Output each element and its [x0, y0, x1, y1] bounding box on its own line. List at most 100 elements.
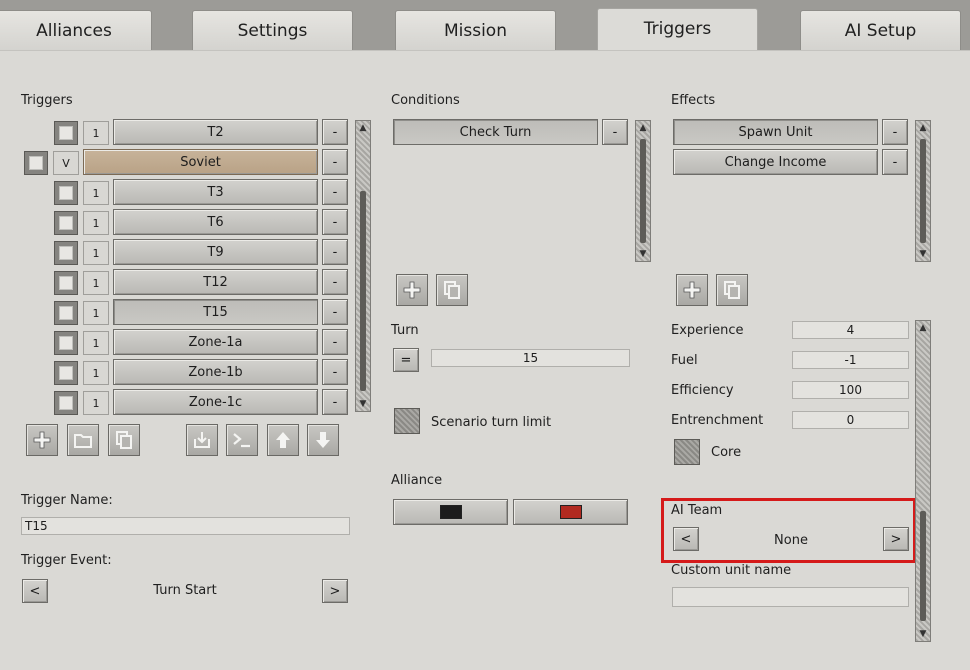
tab-triggers[interactable]: Triggers [597, 8, 758, 54]
trigger-item[interactable]: T3 [113, 179, 318, 205]
conditions-scrollbar[interactable]: ▲ ▼ [635, 120, 651, 262]
effect-remove-button[interactable]: - [882, 119, 908, 145]
tab-alliances[interactable]: Alliances [0, 10, 152, 50]
copy-effect-button[interactable] [716, 274, 748, 306]
trigger-remove-button[interactable]: - [322, 209, 348, 235]
event-next-button[interactable]: > [322, 579, 348, 603]
trigger-item[interactable]: Zone-1b [113, 359, 318, 385]
trigger-enable-checkbox[interactable] [54, 211, 78, 235]
scroll-down-icon[interactable]: ▼ [917, 628, 929, 640]
trigger-remove-button[interactable]: - [322, 119, 348, 145]
effect-properties-scrollbar[interactable]: ▲ ▼ [915, 320, 931, 642]
group-enable-checkbox[interactable] [24, 151, 48, 175]
trigger-enable-checkbox[interactable] [54, 331, 78, 355]
add-condition-button[interactable] [396, 274, 428, 306]
trigger-remove-button[interactable]: - [322, 299, 348, 325]
scroll-thumb[interactable] [360, 191, 366, 391]
scroll-down-icon[interactable]: ▼ [917, 248, 929, 260]
arrow-up-icon [276, 432, 290, 448]
trigger-remove-button[interactable]: - [322, 389, 348, 415]
core-label: Core [711, 445, 742, 460]
condition-remove-button[interactable]: - [602, 119, 628, 145]
scroll-thumb[interactable] [920, 511, 926, 621]
trigger-count[interactable]: 1 [83, 391, 109, 415]
alliance-red-button[interactable] [513, 499, 628, 525]
scroll-up-icon[interactable]: ▲ [357, 122, 369, 134]
copy-condition-button[interactable] [436, 274, 468, 306]
script-console-button[interactable] [226, 424, 258, 456]
custom-unit-name-input[interactable] [672, 587, 909, 607]
add-trigger-button[interactable] [26, 424, 58, 456]
turn-operator-button[interactable]: = [393, 348, 419, 372]
fuel-label: Fuel [671, 353, 698, 368]
trigger-enable-checkbox[interactable] [54, 241, 78, 265]
trigger-count[interactable]: 1 [83, 331, 109, 355]
core-checkbox[interactable] [674, 439, 700, 465]
add-folder-button[interactable] [67, 424, 99, 456]
trigger-count[interactable]: 1 [83, 301, 109, 325]
trigger-enable-checkbox[interactable] [54, 121, 78, 145]
trigger-enable-checkbox[interactable] [54, 361, 78, 385]
turn-value-input[interactable]: 15 [431, 349, 630, 367]
alliance-label: Alliance [391, 473, 443, 488]
arrow-down-icon [316, 432, 330, 448]
trigger-enable-checkbox[interactable] [54, 391, 78, 415]
trigger-enable-checkbox[interactable] [54, 271, 78, 295]
scroll-up-icon[interactable]: ▲ [637, 122, 649, 134]
fuel-input[interactable]: -1 [792, 351, 909, 369]
effect-item[interactable]: Change Income [673, 149, 878, 175]
trigger-remove-button[interactable]: - [322, 179, 348, 205]
entrenchment-input[interactable]: 0 [792, 411, 909, 429]
trigger-remove-button[interactable]: - [322, 149, 348, 175]
scroll-up-icon[interactable]: ▲ [917, 122, 929, 134]
import-button[interactable] [186, 424, 218, 456]
trigger-enable-checkbox[interactable] [54, 181, 78, 205]
alliance-black-button[interactable] [393, 499, 508, 525]
trigger-item[interactable]: T2 [113, 119, 318, 145]
triggers-scrollbar[interactable]: ▲ ▼ [355, 120, 371, 412]
condition-item[interactable]: Check Turn [393, 119, 598, 145]
alliance-color-swatch [559, 505, 582, 519]
scroll-down-icon[interactable]: ▼ [357, 398, 369, 410]
trigger-item[interactable]: T9 [113, 239, 318, 265]
trigger-remove-button[interactable]: - [322, 329, 348, 355]
trigger-group-soviet[interactable]: Soviet [83, 149, 318, 175]
trigger-remove-button[interactable]: - [322, 239, 348, 265]
tab-ai-setup[interactable]: AI Setup [800, 10, 961, 50]
copy-trigger-button[interactable] [108, 424, 140, 456]
effects-scrollbar[interactable]: ▲ ▼ [915, 120, 931, 262]
group-toggle[interactable]: V [53, 151, 79, 175]
tab-mission[interactable]: Mission [395, 10, 556, 50]
trigger-item[interactable]: T12 [113, 269, 318, 295]
move-up-button[interactable] [267, 424, 299, 456]
add-effect-button[interactable] [676, 274, 708, 306]
trigger-count[interactable]: 1 [83, 121, 109, 145]
experience-input[interactable]: 4 [792, 321, 909, 339]
trigger-item[interactable]: Zone-1a [113, 329, 318, 355]
trigger-name-input[interactable]: T15 [21, 517, 350, 535]
efficiency-input[interactable]: 100 [792, 381, 909, 399]
scroll-up-icon[interactable]: ▲ [917, 322, 929, 334]
trigger-count[interactable]: 1 [83, 211, 109, 235]
scroll-down-icon[interactable]: ▼ [637, 248, 649, 260]
scenario-turn-limit-checkbox[interactable] [394, 408, 420, 434]
copy-icon [116, 431, 132, 449]
tab-settings[interactable]: Settings [192, 10, 353, 50]
trigger-count[interactable]: 1 [83, 271, 109, 295]
ai-team-highlight [661, 498, 916, 563]
trigger-remove-button[interactable]: - [322, 359, 348, 385]
effect-item-selected[interactable]: Spawn Unit [673, 119, 878, 145]
trigger-count[interactable]: 1 [83, 181, 109, 205]
effect-remove-button[interactable]: - [882, 149, 908, 175]
scroll-thumb[interactable] [920, 139, 926, 243]
trigger-item[interactable]: T6 [113, 209, 318, 235]
move-down-button[interactable] [307, 424, 339, 456]
trigger-count[interactable]: 1 [83, 241, 109, 265]
scroll-thumb[interactable] [640, 139, 646, 243]
trigger-item[interactable]: Zone-1c [113, 389, 318, 415]
trigger-item-selected[interactable]: T15 [113, 299, 318, 325]
trigger-remove-button[interactable]: - [322, 269, 348, 295]
event-prev-button[interactable]: < [22, 579, 48, 603]
trigger-count[interactable]: 1 [83, 361, 109, 385]
trigger-enable-checkbox[interactable] [54, 301, 78, 325]
